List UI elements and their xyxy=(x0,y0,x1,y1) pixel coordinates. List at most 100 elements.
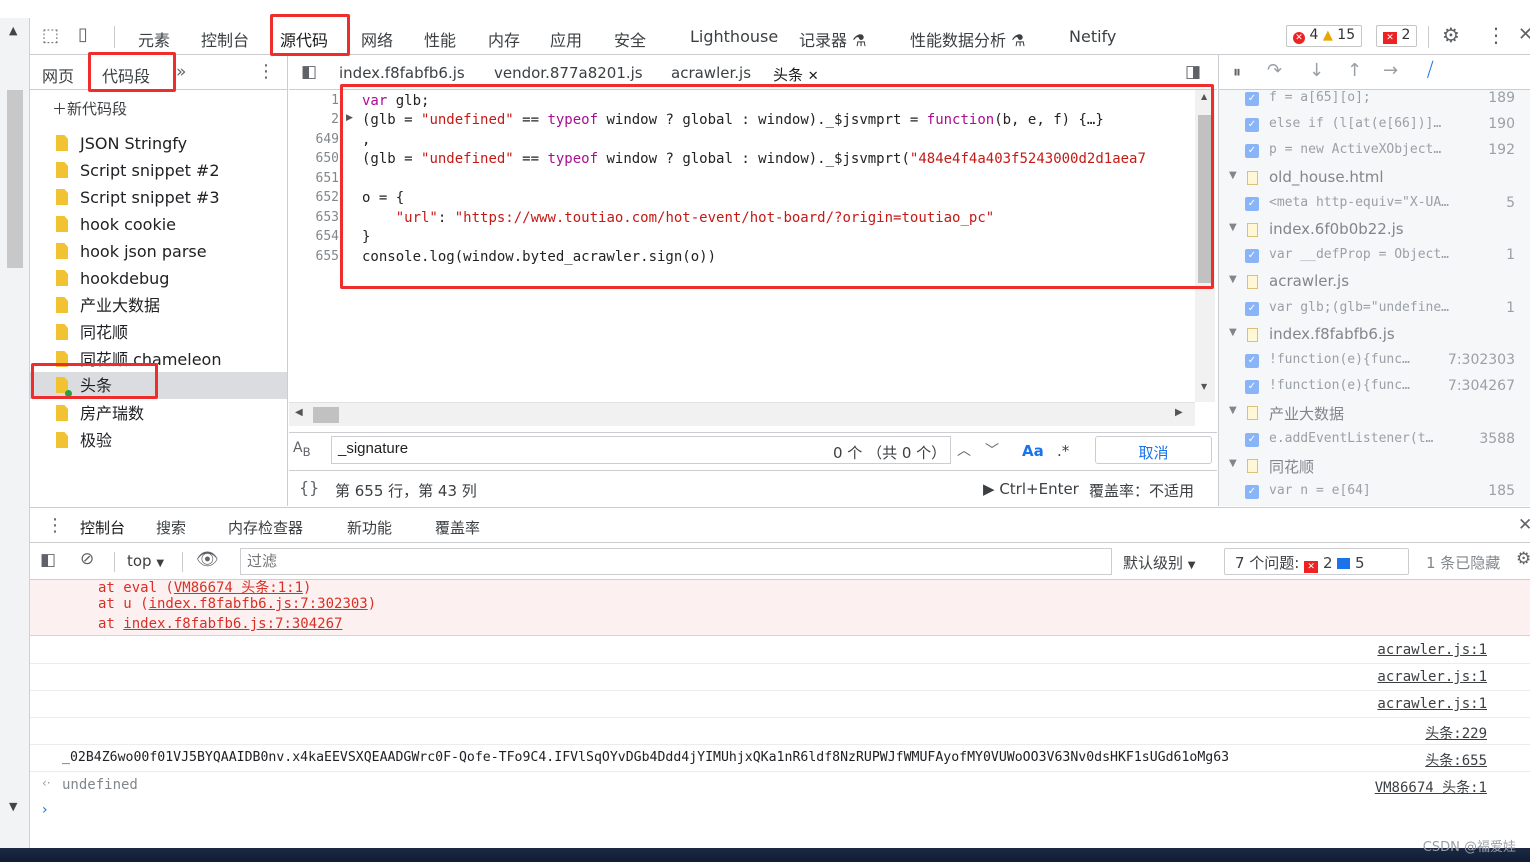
scroll-up-icon[interactable]: ▲ xyxy=(9,24,17,37)
snippet-item[interactable]: hook json parse xyxy=(56,238,287,265)
log-level-selector[interactable]: 默认级别 ▼ xyxy=(1123,552,1196,573)
scroll-up-icon[interactable]: ▲ xyxy=(1201,92,1207,101)
tab-performance[interactable]: 性能 xyxy=(424,27,456,51)
message-source-link[interactable]: 头条:655 xyxy=(1425,750,1487,770)
expand-arrow-icon[interactable]: ▼ xyxy=(1229,222,1237,233)
tab-memory[interactable]: 内存 xyxy=(488,27,520,51)
tab-console[interactable]: 控制台 xyxy=(201,27,249,51)
close-drawer-icon[interactable]: ✕ xyxy=(1518,515,1530,535)
regex-button[interactable]: .* xyxy=(1057,442,1069,460)
pause-icon[interactable]: ⏸ xyxy=(1233,62,1241,82)
inspect-element-icon[interactable]: ⬚ xyxy=(42,25,59,46)
previous-match-icon[interactable]: ︿ xyxy=(957,440,971,460)
device-toolbar-icon[interactable]: ▯ xyxy=(78,24,88,45)
message-source-link[interactable]: acrawler.js:1 xyxy=(1377,642,1487,658)
drawer-tab-coverage[interactable]: 覆盖率 xyxy=(435,517,480,538)
issues-button[interactable]: 7 个问题: ✕ 2 5 xyxy=(1224,548,1409,575)
toggle-debugger-icon[interactable]: ◨ xyxy=(1185,62,1201,82)
step-icon[interactable]: → xyxy=(1383,60,1398,81)
issues-badge[interactable]: ✕ 2 xyxy=(1376,25,1418,47)
breakpoint-checkbox[interactable]: ✓ xyxy=(1245,380,1259,395)
tab-page[interactable]: 网页 xyxy=(42,63,74,87)
editor-tab[interactable]: acrawler.js xyxy=(671,64,751,82)
breakpoint-checkbox[interactable]: ✓ xyxy=(1245,196,1259,211)
scroll-down-icon[interactable]: ▼ xyxy=(1201,382,1207,391)
step-over-icon[interactable]: ↷ xyxy=(1267,60,1282,81)
editor-tab[interactable]: index.f8fabfb6.js xyxy=(339,64,465,82)
breakpoint-item[interactable]: ✓ !function(e){func… 7:304267 xyxy=(1219,374,1530,400)
snippet-item[interactable]: 同花顺 chameleon xyxy=(56,346,287,373)
breakpoint-checkbox[interactable]: ✓ xyxy=(1245,432,1259,447)
console-settings-icon[interactable]: ⚙ xyxy=(1516,549,1530,569)
clear-console-icon[interactable]: ⊘ xyxy=(80,549,94,569)
more-tabs-icon[interactable]: » xyxy=(176,62,186,82)
breakpoint-item[interactable]: ✓ p = new ActiveXObject… 192 xyxy=(1219,138,1530,164)
fold-arrow-icon[interactable]: ▶ xyxy=(346,113,353,123)
breakpoint-item[interactable]: ✓ <meta http-equiv="X-UA… 5 xyxy=(1219,191,1530,217)
tab-performance-insights[interactable]: 性能数据分析 ⚗ xyxy=(910,27,1025,51)
breakpoint-item[interactable]: ✓ var glb;(glb="undefine… 1 xyxy=(1219,296,1530,322)
tab-snippets[interactable]: 代码段 xyxy=(102,63,150,87)
show-sidebar-icon[interactable]: ◧ xyxy=(40,550,56,570)
stack-link[interactable]: index.f8fabfb6.js:7:302303 xyxy=(149,596,368,612)
expand-arrow-icon[interactable]: ▼ xyxy=(1229,405,1237,416)
tab-recorder[interactable]: 记录器 ⚗ xyxy=(799,27,866,51)
breakpoint-checkbox[interactable]: ✓ xyxy=(1245,249,1259,264)
editor-hscroll-thumb[interactable] xyxy=(313,407,339,423)
settings-gear-icon[interactable]: ⚙ xyxy=(1442,23,1460,47)
breakpoint-file-group[interactable]: ▼ 产业大数据 xyxy=(1219,400,1530,426)
match-case-button[interactable]: Aa xyxy=(1022,442,1044,460)
next-match-icon[interactable]: ﹀ xyxy=(985,440,999,460)
snippet-item[interactable]: 极验 xyxy=(56,427,287,454)
console-filter-input[interactable] xyxy=(240,548,1112,575)
scroll-left-icon[interactable]: ◀ xyxy=(295,407,303,418)
new-snippet-button[interactable]: ＋新代码段 xyxy=(52,98,127,119)
snippet-item[interactable]: hookdebug xyxy=(56,265,287,292)
editor-vscroll-thumb[interactable] xyxy=(1198,115,1212,283)
breakpoint-file-group[interactable]: ▼ 同花顺 xyxy=(1219,453,1530,479)
navigator-menu-icon[interactable]: ⋮ xyxy=(257,61,275,82)
more-options-icon[interactable]: ⋮ xyxy=(1486,23,1506,47)
expand-arrow-icon[interactable]: ▼ xyxy=(1229,458,1237,469)
pretty-print-icon[interactable]: {} xyxy=(299,478,319,497)
drawer-tab-memory-inspector[interactable]: 内存检查器 xyxy=(228,517,303,538)
console-counts-badge[interactable]: ✕ 4 ▲ 15 xyxy=(1286,25,1363,47)
editor-tab[interactable]: vendor.877a8201.js xyxy=(494,64,643,82)
deactivate-breakpoints-icon[interactable]: ⧸ xyxy=(1427,59,1433,81)
tab-security[interactable]: 安全 xyxy=(614,27,646,51)
drawer-tab-console[interactable]: 控制台 xyxy=(80,517,126,546)
breakpoint-item[interactable]: ✓ var __defProp = Object… 1 xyxy=(1219,243,1530,269)
breakpoint-item[interactable]: ✓ else if (l[at(e[66])]… 190 xyxy=(1219,112,1530,138)
tab-sources[interactable]: 源代码 xyxy=(280,27,328,51)
breakpoint-item[interactable]: ✓ e.addEventListener(t… 3588 xyxy=(1219,427,1530,453)
breakpoint-checkbox[interactable]: ✓ xyxy=(1245,354,1259,368)
scroll-down-icon[interactable]: ▼ xyxy=(9,800,17,813)
stack-link[interactable]: VM86674 头条:1:1 xyxy=(174,580,303,596)
editor-vertical-scrollbar[interactable]: ▲ ▼ xyxy=(1195,90,1215,402)
toggle-replace-icon[interactable]: AB xyxy=(293,440,311,459)
message-source-link[interactable]: acrawler.js:1 xyxy=(1377,669,1487,685)
scroll-right-icon[interactable]: ▶ xyxy=(1175,407,1183,418)
breakpoint-file-group[interactable]: ▼ acrawler.js xyxy=(1219,269,1530,295)
expand-arrow-icon[interactable]: ▼ xyxy=(1229,327,1237,338)
tab-lighthouse[interactable]: Lighthouse xyxy=(690,27,778,46)
snippet-item-selected[interactable]: 头条 xyxy=(30,372,287,399)
page-scrollbar-thumb[interactable] xyxy=(7,90,23,268)
expand-arrow-icon[interactable]: ▼ xyxy=(1229,274,1237,285)
step-into-icon[interactable]: ↓ xyxy=(1309,60,1324,81)
drawer-menu-icon[interactable]: ⋮ xyxy=(46,515,64,536)
stack-link[interactable]: index.f8fabfb6.js:7:304267 xyxy=(123,616,342,632)
message-source-link[interactable]: 头条:229 xyxy=(1425,723,1487,743)
editor-horizontal-scrollbar[interactable]: ◀ ▶ xyxy=(289,402,1195,426)
breakpoint-checkbox[interactable]: ✓ xyxy=(1245,144,1259,159)
breakpoint-checkbox[interactable]: ✓ xyxy=(1245,118,1259,133)
tab-network[interactable]: 网络 xyxy=(361,27,393,51)
page-scrollbar[interactable]: ▲ ▼ xyxy=(0,18,30,848)
toggle-navigator-icon[interactable]: ◧ xyxy=(301,62,317,82)
breakpoint-file-group[interactable]: ▼ index.f8fabfb6.js xyxy=(1219,322,1530,348)
step-out-icon[interactable]: ↑ xyxy=(1347,60,1362,81)
snippet-item[interactable]: 产业大数据 xyxy=(56,292,287,319)
breakpoint-item[interactable]: ✓ !function(e){func… 7:302303 xyxy=(1219,348,1530,374)
breakpoint-file-group[interactable]: ▼ index.6f0b0b22.js xyxy=(1219,217,1530,243)
tab-netify[interactable]: Netify xyxy=(1069,27,1116,46)
